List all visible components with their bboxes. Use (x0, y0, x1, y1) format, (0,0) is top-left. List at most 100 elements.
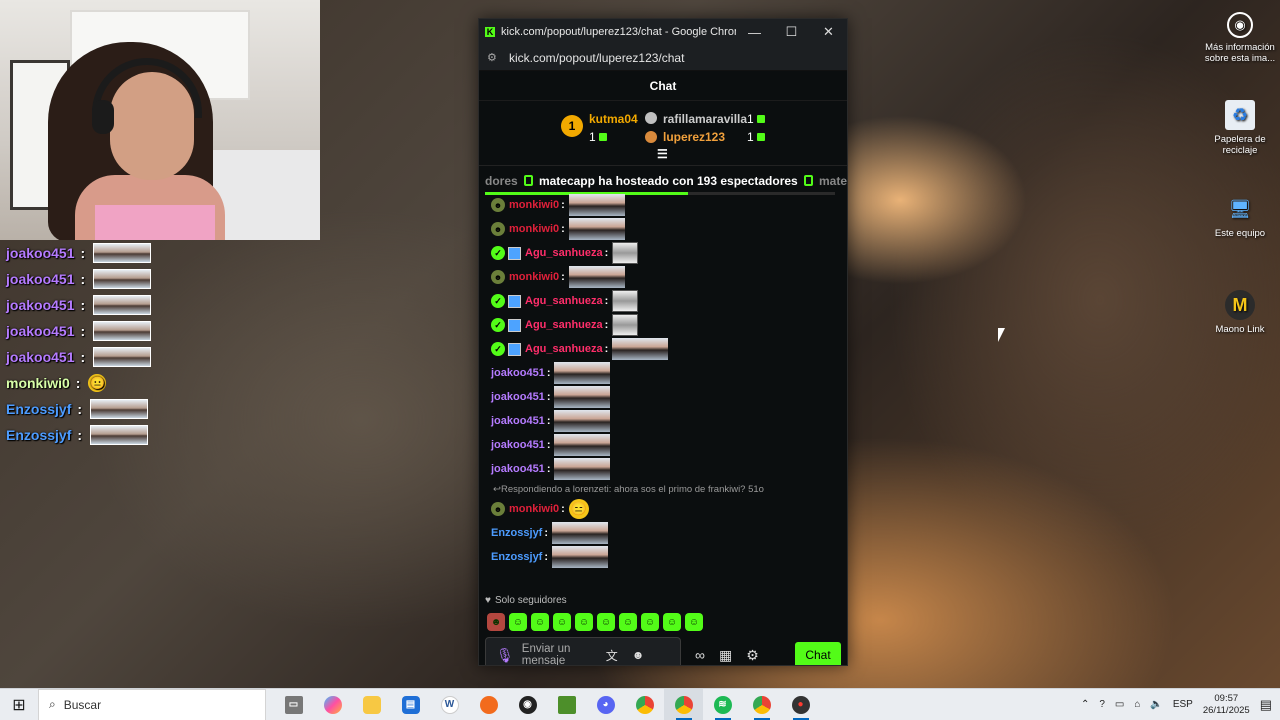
overlay-chat-colon: : (77, 401, 83, 417)
emote-button[interactable]: ☺ (575, 613, 593, 631)
store-icon[interactable]: ▦ (719, 647, 732, 664)
chat-message[interactable]: joakoo451: (491, 409, 847, 433)
red-app-icon[interactable]: ● (781, 689, 820, 720)
spotify-icon[interactable]: ≋ (703, 689, 742, 720)
emote-button[interactable]: ☺ (531, 613, 549, 631)
chat-message[interactable]: ☻ monkiwi0: (491, 217, 847, 241)
chat-message[interactable]: ✓ Agu_sanhueza: (491, 313, 847, 337)
overlay-chat-row: monkiwi0: 😐 (6, 370, 151, 396)
chat-message[interactable]: joakoo451: (491, 457, 847, 481)
chat-message-input[interactable]: 🎙 Enviar un mensaje 文 ☻ (485, 637, 681, 666)
window-titlebar[interactable]: K kick.com/popout/luperez123/chat - Goog… (479, 19, 847, 45)
windows-start-button[interactable]: ⊞ (0, 689, 38, 720)
orange-app-icon[interactable] (469, 689, 508, 720)
expand-leaderboard-icon[interactable]: ☰ (657, 147, 668, 161)
chat-message[interactable]: ☻ monkiwi0: (491, 193, 847, 217)
chat-message[interactable]: Enzossjyf: (491, 521, 847, 545)
show-hidden-icons-icon[interactable]: ⌃ (1081, 699, 1089, 710)
obs-icon[interactable]: ◉ (508, 689, 547, 720)
emote-picker-icon[interactable]: ☻ (632, 648, 645, 662)
chat-message[interactable]: joakoo451: (491, 433, 847, 457)
task-view-button[interactable]: ▭ (274, 689, 313, 720)
silver-medal-icon (645, 112, 657, 124)
chat-username[interactable]: joakoo451 (491, 463, 545, 475)
chat-message[interactable]: joakoo451: (491, 361, 847, 385)
desktop-icon-this-pc[interactable]: 🖥 Este equipo (1200, 194, 1280, 240)
chat-username[interactable]: monkiwi0 (509, 503, 559, 515)
minimize-button[interactable]: — (736, 25, 773, 40)
chat-message[interactable]: ✓ Agu_sanhueza: (491, 241, 847, 265)
input-placeholder: Enviar un mensaje (521, 643, 571, 666)
emote-button[interactable]: ☺ (597, 613, 615, 631)
overlay-chat-user: Enzossjyf (6, 427, 72, 443)
minecraft-icon[interactable] (547, 689, 586, 720)
volume-icon[interactable]: 🔈 (1150, 699, 1162, 710)
chat-emote-image (612, 338, 669, 360)
chrome-icon[interactable] (625, 689, 664, 720)
site-settings-icon[interactable]: ⚙ (487, 52, 499, 64)
emote-button[interactable]: ☻ (487, 613, 505, 631)
chat-username[interactable]: Agu_sanhueza (525, 295, 603, 307)
emote-button[interactable]: ☺ (641, 613, 659, 631)
chat-username[interactable]: Agu_sanhueza (525, 343, 603, 355)
emote-button[interactable]: ☺ (685, 613, 703, 631)
chat-message[interactable]: ☻ monkiwi0: (491, 265, 847, 289)
notifications-icon[interactable]: ▤ (1260, 697, 1272, 713)
chat-emote-image (568, 218, 625, 240)
tablet-icon[interactable]: ▭ (1115, 699, 1124, 710)
emote-button[interactable]: ☺ (509, 613, 527, 631)
chat-colon: : (604, 319, 609, 331)
taskbar-apps: ▭ ▤ W ◉ ◕ ≋ ● (274, 688, 820, 720)
chat-username[interactable]: monkiwi0 (509, 223, 559, 235)
file-explorer-icon[interactable] (352, 689, 391, 720)
chat-username[interactable]: Enzossjyf (491, 551, 542, 563)
mic-icon[interactable]: 🎙 (496, 647, 514, 664)
chat-username[interactable]: monkiwi0 (509, 199, 559, 211)
address-bar[interactable]: ⚙ kick.com/popout/luperez123/chat (479, 45, 847, 71)
discord-icon[interactable]: ◕ (586, 689, 625, 720)
emote-button[interactable]: ☺ (553, 613, 571, 631)
copilot-icon[interactable] (313, 689, 352, 720)
leaderboard-second-name[interactable]: rafillamaravilla (663, 112, 747, 126)
leaderboard-third-name[interactable]: luperez123 (663, 130, 725, 144)
taskbar-search[interactable]: ⌕ Buscar (38, 688, 266, 720)
desktop-icon-recycle-bin[interactable]: ♻ Papelera de reciclaje (1200, 100, 1280, 156)
send-chat-button[interactable]: Chat (795, 642, 841, 665)
chat-message[interactable]: ✓ Agu_sanhueza: (491, 337, 847, 361)
chat-message[interactable]: Enzossjyf: (491, 545, 847, 569)
language-indicator[interactable]: ESP (1173, 699, 1193, 710)
chat-username[interactable]: joakoo451 (491, 367, 545, 379)
emote-button[interactable]: ☺ (663, 613, 681, 631)
emote-button[interactable]: ☺ (619, 613, 637, 631)
chat-colon: : (561, 503, 565, 515)
chat-username[interactable]: Agu_sanhueza (525, 319, 603, 331)
chat-message[interactable]: joakoo451: (491, 385, 847, 409)
network-icon[interactable]: ⌂ (1134, 699, 1140, 710)
desktop-icon-info[interactable]: ◉ Más información sobre esta ima... (1200, 12, 1280, 64)
chat-message[interactable]: ☻ monkiwi0: 😑 (491, 497, 847, 521)
store-icon[interactable]: ▤ (391, 689, 430, 720)
translate-icon[interactable]: 文 (606, 647, 618, 664)
host-user[interactable]: matecapp (539, 174, 595, 188)
host-viewers: 193 (696, 173, 718, 188)
kick-icon (523, 175, 533, 186)
chat-username[interactable]: joakoo451 (491, 415, 545, 427)
word-icon[interactable]: W (430, 689, 469, 720)
chrome-profile-icon[interactable] (664, 688, 703, 720)
help-icon[interactable]: ? (1099, 699, 1105, 710)
leaderboard-first-name[interactable]: kutma04 (589, 112, 638, 126)
chat-username[interactable]: Agu_sanhueza (525, 247, 603, 259)
chat-messages[interactable]: ☻ monkiwi0: ☻ monkiwi0: ✓ Agu_sanhueza: ☻ monki… (479, 193, 847, 578)
chat-username[interactable]: Enzossjyf (491, 527, 542, 539)
chrome-profile-2-icon[interactable] (742, 689, 781, 720)
settings-gear-icon[interactable]: ⚙ (746, 647, 759, 664)
desktop-icon-maono[interactable]: M Maono Link (1200, 290, 1280, 335)
maximize-button[interactable]: ☐ (773, 24, 810, 40)
close-button[interactable]: ✕ (810, 24, 847, 40)
chat-username[interactable]: monkiwi0 (509, 271, 559, 283)
chat-message[interactable]: ✓ Agu_sanhueza: (491, 289, 847, 313)
chat-username[interactable]: joakoo451 (491, 439, 545, 451)
chat-username[interactable]: joakoo451 (491, 391, 545, 403)
infinity-icon[interactable]: ∞ (695, 647, 705, 663)
clock[interactable]: 09:57 26/11/2025 (1203, 693, 1250, 717)
